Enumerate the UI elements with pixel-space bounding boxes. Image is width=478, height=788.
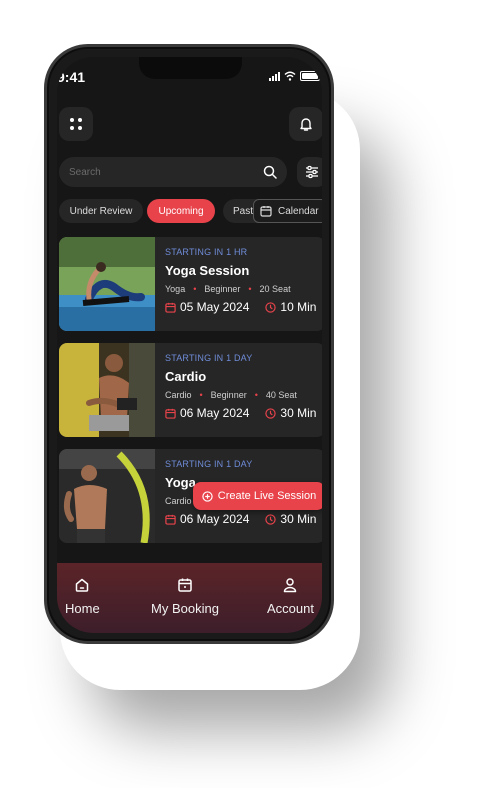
status-icons [269,71,320,81]
session-duration: 10 Min [280,300,317,314]
nav-account[interactable]: Account [267,577,314,616]
search-input[interactable] [69,166,263,178]
session-category: Cardio [165,496,192,506]
session-date: 06 May 2024 [180,406,250,420]
calendar-icon [165,302,176,313]
calendar-icon [260,206,272,217]
nav-home[interactable]: Home [65,577,100,616]
chip-upcoming[interactable]: Upcoming [147,199,215,223]
app-screen: 9:41 Search Under Review Upcoming Past C… [57,57,322,633]
calendar-icon [165,514,176,525]
card-info: STARTING IN 1 HR Yoga Session Yoga • Beg… [165,247,317,314]
search-icon[interactable] [263,165,277,179]
clock-icon [265,513,277,525]
session-datetime: 06 May 2024 30 Min [165,512,317,526]
session-meta: Cardio • Beginner • 40 Seat [165,390,317,400]
nav-my-booking-label: My Booking [151,601,219,616]
sliders-icon [306,165,318,179]
calendar-label: Calendar [278,205,319,217]
user-icon [284,578,297,593]
session-title: Cardio [165,369,207,384]
bottom-nav: Home My Booking Account [57,563,322,633]
starting-label: STARTING IN 1 DAY [165,459,253,469]
session-datetime: 05 May 2024 10 Min [165,300,317,314]
session-duration: 30 Min [280,406,317,420]
chip-under-review[interactable]: Under Review [59,199,143,223]
nav-home-label: Home [65,601,100,616]
session-card[interactable]: STARTING IN 1 HR Yoga Session Yoga • Beg… [59,237,322,331]
session-category: Cardio [165,390,192,400]
card-info: STARTING IN 1 DAY Cardio Cardio • Beginn… [165,353,317,420]
session-seats: 20 Seat [259,284,291,294]
starting-label: STARTING IN 1 HR [165,247,248,257]
clock-icon [265,301,277,313]
session-meta: Yoga • Beginner • 20 Seat [165,284,317,294]
session-seats: 40 Seat [265,390,297,400]
separator-dot: • [248,284,252,294]
session-level: Beginner [210,390,247,400]
session-title: Yoga Session [165,263,250,278]
signal-icon [269,71,280,81]
session-date: 05 May 2024 [180,300,250,314]
session-datetime: 06 May 2024 30 Min [165,406,317,420]
filter-button[interactable] [297,157,322,187]
nav-my-booking[interactable]: My Booking [151,577,219,616]
gym-session-image [59,449,155,543]
create-live-session-button[interactable]: Create Live Session [193,482,322,510]
phone-frame: 9:41 Search Under Review Upcoming Past C… [44,44,334,644]
starting-label: STARTING IN 1 DAY [165,353,253,363]
clock-icon [265,407,277,419]
plus-circle-icon [202,490,213,502]
separator-dot: • [199,390,203,400]
status-time: 9:41 [57,69,86,85]
notch [139,57,242,79]
notifications-button[interactable] [289,107,322,141]
session-date: 06 May 2024 [180,512,250,526]
wifi-icon [284,71,296,81]
session-card[interactable]: STARTING IN 1 DAY Cardio Cardio • Beginn… [59,343,322,437]
create-live-session-label: Create Live Session [217,490,317,502]
grid-dots-icon [70,118,82,130]
session-duration: 30 Min [280,512,317,526]
cardio-session-image [59,343,155,437]
session-category: Yoga [165,284,186,294]
menu-button[interactable] [59,107,93,141]
separator-dot: • [193,284,197,294]
battery-icon [300,71,320,81]
calendar-button[interactable]: Calendar [253,199,322,223]
session-level: Beginner [204,284,241,294]
bell-icon [300,118,312,131]
yoga-session-image [59,237,155,331]
calendar-icon [178,578,192,592]
separator-dot: • [254,390,258,400]
nav-account-label: Account [267,601,314,616]
search-bar [59,157,287,187]
home-icon [76,578,89,592]
calendar-icon [165,408,176,419]
